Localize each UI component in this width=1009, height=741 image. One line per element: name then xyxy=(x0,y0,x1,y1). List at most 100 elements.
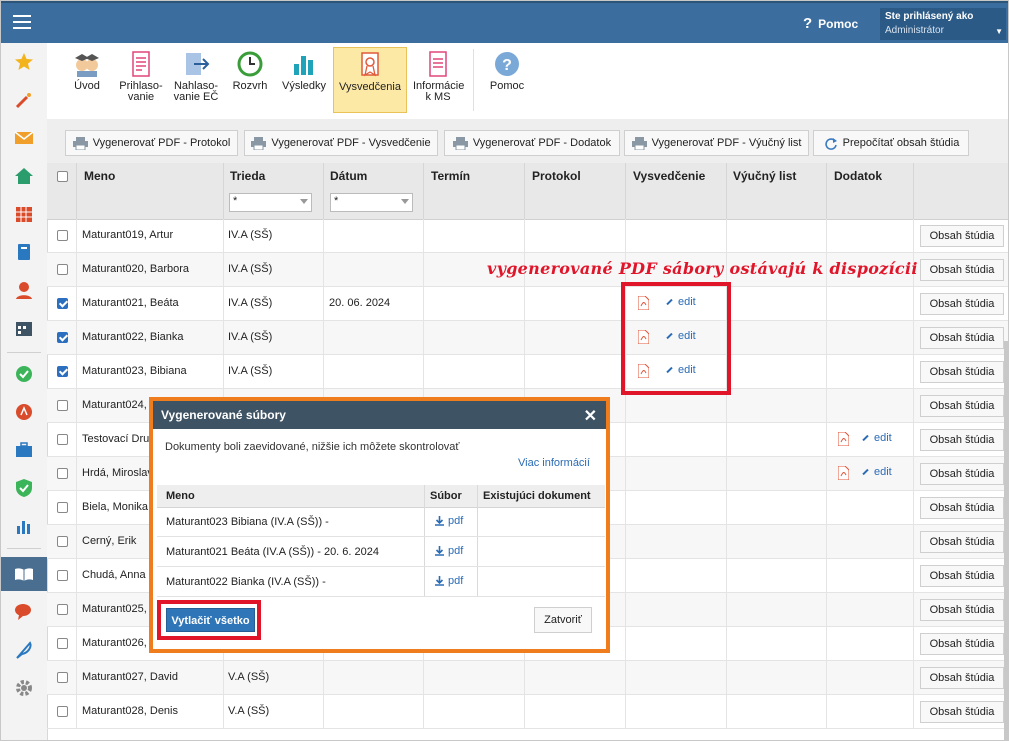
gear-icon[interactable] xyxy=(1,673,47,703)
pdf-icon[interactable] xyxy=(837,431,850,447)
obsah-studia-button[interactable]: Obsah štúdia xyxy=(920,293,1004,315)
scrollbar[interactable] xyxy=(1004,341,1008,740)
check-circle-icon[interactable] xyxy=(1,359,47,389)
col-datum[interactable]: Dátum xyxy=(330,169,367,183)
student-name: Testovací Druh xyxy=(82,433,156,445)
recalculate-study-button[interactable]: Prepočítať obsah štúdia xyxy=(813,130,969,156)
obsah-studia-button[interactable]: Obsah štúdia xyxy=(920,497,1004,519)
obsah-studia-button[interactable]: Obsah štúdia xyxy=(920,599,1004,621)
col-meno[interactable]: Meno xyxy=(84,169,115,183)
col-trieda[interactable]: Trieda xyxy=(230,169,265,183)
obsah-studia-button[interactable]: Obsah štúdia xyxy=(920,531,1004,553)
col-vyucny-list[interactable]: Výučný list xyxy=(733,169,796,183)
row-checkbox[interactable] xyxy=(57,298,68,309)
edit-link[interactable]: edit xyxy=(862,432,892,444)
printer-icon xyxy=(72,136,88,150)
calendar-icon[interactable] xyxy=(1,313,47,343)
user-menu[interactable]: Ste prihlásený ako Administrátor ▼ xyxy=(880,8,1006,40)
obsah-studia-button[interactable]: Obsah štúdia xyxy=(920,361,1004,383)
obsah-studia-button[interactable]: Obsah štúdia xyxy=(920,565,1004,587)
feather-icon[interactable] xyxy=(1,635,47,665)
row-checkbox[interactable] xyxy=(57,570,68,581)
row-checkbox[interactable] xyxy=(57,502,68,513)
row-checkbox[interactable] xyxy=(57,332,68,343)
row-checkbox[interactable] xyxy=(57,468,68,479)
obsah-studia-button[interactable]: Obsah štúdia xyxy=(920,633,1004,655)
shield-check-icon[interactable] xyxy=(1,473,47,503)
col-protokol[interactable]: Protokol xyxy=(532,169,581,183)
grid-calendar-icon[interactable] xyxy=(1,199,47,229)
toolbar-rozvrh[interactable]: Rozvrh xyxy=(227,47,273,113)
row-checkbox[interactable] xyxy=(57,638,68,649)
col-vysvedcenie[interactable]: Vysvedčenie xyxy=(633,169,705,183)
generate-pdf-dodatok-button[interactable]: Vygenerovať PDF - Dodatok xyxy=(444,130,620,156)
obsah-studia-button[interactable]: Obsah štúdia xyxy=(920,259,1004,281)
generate-pdf-protokol-button[interactable]: Vygenerovať PDF - Protokol xyxy=(65,130,238,156)
download-pdf-link[interactable]: pdf xyxy=(434,575,463,587)
close-button[interactable]: Zatvoriť xyxy=(534,607,592,633)
help-link[interactable]: ? Pomoc xyxy=(803,15,858,32)
generate-pdf-vysvedcenie-button[interactable]: Vygenerovať PDF - Vysvedčenie xyxy=(244,130,438,156)
close-icon[interactable]: ✕ xyxy=(584,406,597,426)
star-icon[interactable] xyxy=(1,47,47,77)
generate-pdf-vyucny-list-button[interactable]: Vygenerovať PDF - Výučný list xyxy=(624,130,809,156)
toolbar-nahlasovanie-ec[interactable]: Nahlaso-vanie EČ xyxy=(171,47,221,113)
col-dodatok[interactable]: Dodatok xyxy=(834,169,882,183)
obsah-studia-button[interactable]: Obsah štúdia xyxy=(920,667,1004,689)
row-checkbox[interactable] xyxy=(57,366,68,377)
toolbar-uvod[interactable]: Úvod xyxy=(63,47,111,113)
dialog-message: Dokumenty boli zaevidované, nižšie ich m… xyxy=(165,441,460,453)
download-pdf-link[interactable]: pdf xyxy=(434,515,463,527)
edit-link[interactable]: edit xyxy=(862,466,892,478)
obsah-studia-button[interactable]: Obsah štúdia xyxy=(920,395,1004,417)
row-checkbox[interactable] xyxy=(57,604,68,615)
document-list-icon xyxy=(132,51,150,77)
row-checkbox[interactable] xyxy=(57,264,68,275)
student-name: Maturant022, Bianka xyxy=(82,331,184,343)
student-class: V.A (SŠ) xyxy=(228,671,270,683)
toolbar-informacie-ms[interactable]: Informácie k MS xyxy=(413,47,464,113)
download-pdf-link[interactable]: pdf xyxy=(434,545,463,557)
obsah-studia-button[interactable]: Obsah štúdia xyxy=(920,701,1004,723)
pdf-circle-icon[interactable] xyxy=(1,397,47,427)
briefcase-icon[interactable] xyxy=(1,435,47,465)
toolbar-vysledky[interactable]: Výsledky xyxy=(279,47,329,113)
row-checkbox[interactable] xyxy=(57,230,68,241)
obsah-studia-button[interactable]: Obsah štúdia xyxy=(920,225,1004,247)
trieda-filter[interactable]: * xyxy=(229,193,312,212)
table-row: Maturant022, Bianka IV.A (SŠ) edit Obsah št… xyxy=(47,321,1008,355)
pencil-icon xyxy=(862,434,869,442)
bar-chart-icon[interactable] xyxy=(1,511,47,541)
obsah-studia-button[interactable]: Obsah štúdia xyxy=(920,463,1004,485)
file-row: Maturant021 Beáta (IV.A (SŠ)) - 20. 6. 2… xyxy=(157,537,605,567)
more-info-link[interactable]: Viac informácií xyxy=(518,457,590,469)
row-checkbox[interactable] xyxy=(57,672,68,683)
student-name: Maturant020, Barbora xyxy=(82,263,190,275)
book-icon[interactable] xyxy=(1,237,47,267)
table-header: Meno Trieda * Dátum * Termín Protokol Vy… xyxy=(47,163,1008,220)
help-circle-icon: ? xyxy=(495,52,519,76)
row-checkbox[interactable] xyxy=(57,434,68,445)
pdf-icon[interactable] xyxy=(837,465,850,481)
row-checkbox[interactable] xyxy=(57,536,68,547)
row-checkbox[interactable] xyxy=(57,400,68,411)
obsah-studia-button[interactable]: Obsah štúdia xyxy=(920,429,1004,451)
select-all-checkbox[interactable] xyxy=(57,171,68,182)
person-icon[interactable] xyxy=(1,275,47,305)
obsah-studia-button[interactable]: Obsah štúdia xyxy=(920,327,1004,349)
magic-wand-icon[interactable] xyxy=(1,85,47,115)
toolbar-prihlasovanie[interactable]: Prihlaso-vanie xyxy=(117,47,165,113)
col-termin[interactable]: Termín xyxy=(431,169,470,183)
row-checkbox[interactable] xyxy=(57,706,68,717)
menu-icon[interactable] xyxy=(13,15,31,29)
print-highlight xyxy=(157,600,261,640)
user-label: Ste prihlásený ako xyxy=(885,11,974,22)
datum-filter[interactable]: * xyxy=(330,193,413,212)
chat-icon[interactable] xyxy=(1,597,47,627)
home-icon[interactable] xyxy=(1,161,47,191)
envelope-icon[interactable] xyxy=(1,123,47,153)
toolbar-vysvedcenia[interactable]: Vysvedčenia xyxy=(333,47,407,113)
file-row: Maturant023 Bibiana (IV.A (SŠ)) - pdf xyxy=(157,507,605,537)
open-book-icon[interactable] xyxy=(1,557,47,591)
toolbar-pomoc[interactable]: ? Pomoc xyxy=(483,47,531,113)
